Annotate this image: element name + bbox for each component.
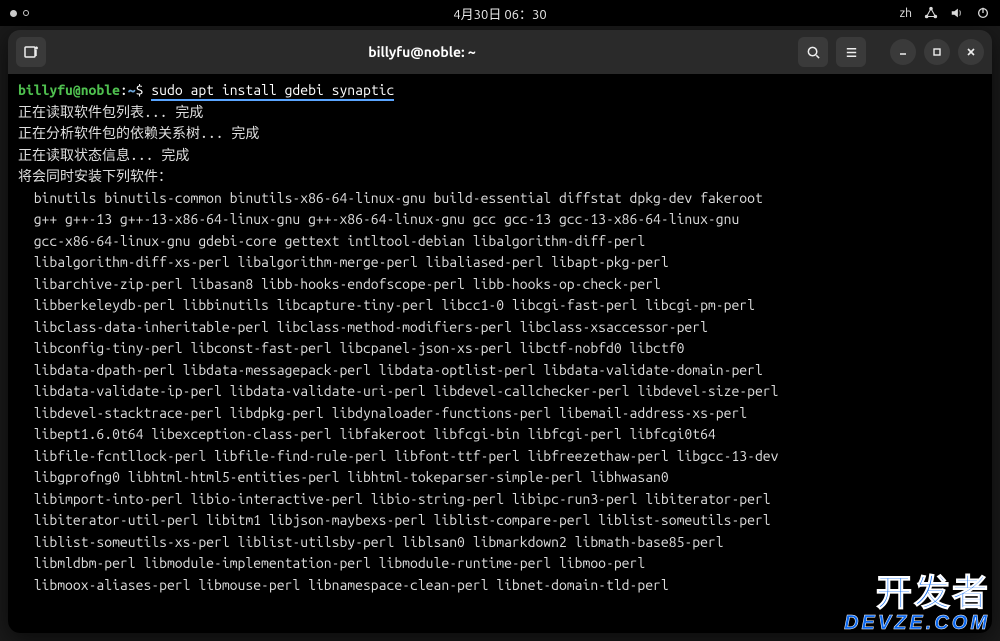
input-method-indicator[interactable]: zh: [900, 7, 912, 20]
gnome-topbar: 4月30日 06：30 zh: [0, 0, 1000, 26]
network-icon[interactable]: [924, 6, 938, 20]
maximize-button[interactable]: [924, 39, 950, 65]
minimize-button[interactable]: [890, 39, 916, 65]
menu-button[interactable]: [836, 37, 866, 67]
watermark: 开发者 DEVZE.COM: [844, 575, 990, 633]
volume-icon[interactable]: [950, 6, 964, 20]
new-tab-button[interactable]: [16, 37, 46, 67]
watermark-url: DEVZE.COM: [844, 613, 990, 633]
watermark-text: 开发者: [876, 575, 990, 611]
terminal-window: billyfu@noble: ~ billyfu@noble:~$ sudo a…: [8, 30, 992, 633]
workspace-dot-active: [10, 10, 17, 17]
titlebar: billyfu@noble: ~: [8, 30, 992, 74]
system-tray[interactable]: zh: [900, 6, 990, 20]
power-icon[interactable]: [976, 6, 990, 20]
clock[interactable]: 4月30日 06：30: [453, 4, 546, 23]
terminal-content[interactable]: billyfu@noble:~$ sudo apt install gdebi …: [8, 74, 992, 633]
activities-area[interactable]: [10, 10, 29, 17]
workspace-dot: [23, 10, 29, 16]
window-title: billyfu@noble: ~: [54, 44, 790, 60]
close-button[interactable]: [958, 39, 984, 65]
search-button[interactable]: [798, 37, 828, 67]
